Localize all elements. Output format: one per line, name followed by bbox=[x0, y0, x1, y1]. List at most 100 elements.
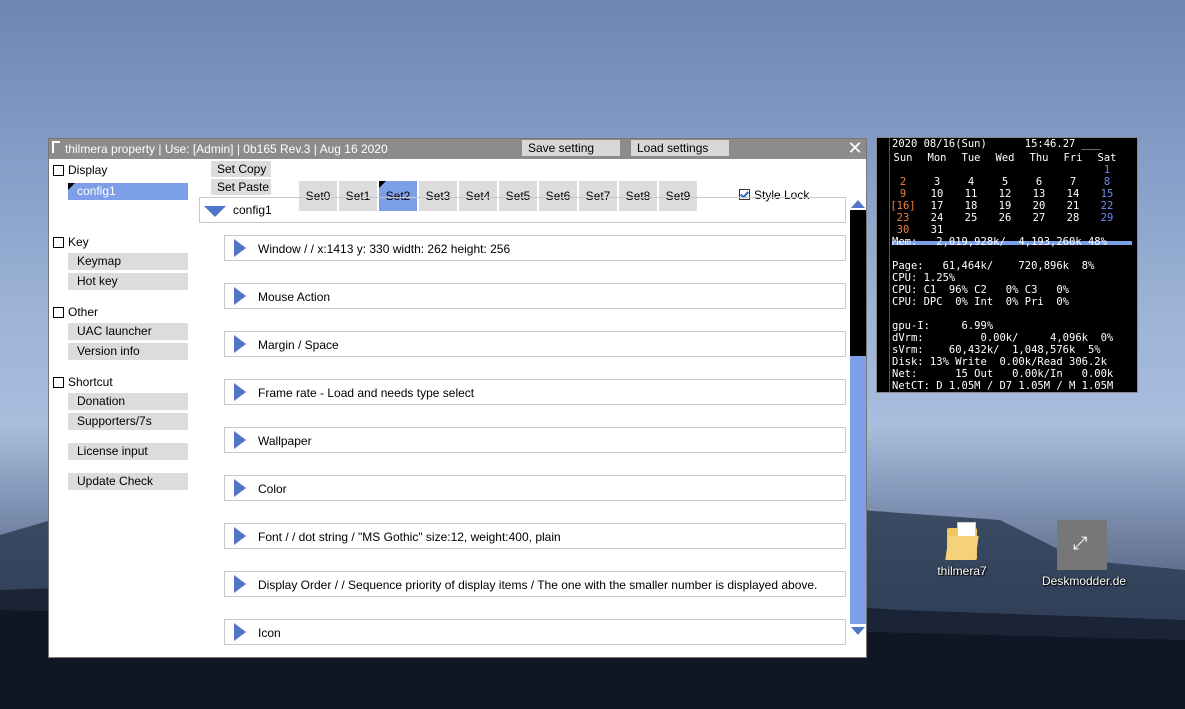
title-bar[interactable]: thilmera property | Use: [Admin] | 0b165… bbox=[49, 139, 866, 159]
scroll-down-icon[interactable] bbox=[851, 627, 865, 635]
group-key-label: Key bbox=[68, 235, 89, 249]
section-label: Margin / Space bbox=[258, 338, 339, 352]
gpu-readout: gpu-I: 6.99% bbox=[892, 320, 994, 332]
calendar-day: 10 bbox=[930, 188, 944, 200]
section-mouse-action[interactable]: Mouse Action bbox=[224, 283, 846, 309]
display-checkbox[interactable] bbox=[53, 165, 64, 176]
desktop-icon-label: Deskmodder.de bbox=[1042, 574, 1127, 588]
calendar-week: 2 3 4 5 6 7 8 bbox=[892, 176, 1134, 188]
widget-header: 2020 08/16(Sun) 15:46.27 ___ bbox=[892, 138, 1101, 150]
calendar-day: 31 bbox=[930, 224, 944, 236]
section-wallpaper[interactable]: Wallpaper bbox=[224, 427, 846, 453]
calendar-day: 3 bbox=[933, 176, 941, 188]
sidebar-item-keymap[interactable]: Keymap bbox=[68, 253, 188, 270]
sidebar-item-config1[interactable]: config1 bbox=[68, 183, 188, 200]
widget-header-tail: ___ bbox=[1081, 138, 1101, 150]
expand-arrow-icon[interactable] bbox=[234, 287, 246, 305]
calendar-day: 25 bbox=[964, 212, 978, 224]
set-copy-button[interactable]: Set Copy bbox=[211, 161, 271, 177]
calendar-day: 15 bbox=[1100, 188, 1114, 200]
collapse-arrow-icon[interactable] bbox=[204, 206, 226, 217]
section-icon[interactable]: Icon bbox=[224, 619, 846, 645]
cpu-dpc-readout: CPU: DPC 0% Int 0% Pri 0% bbox=[892, 296, 1070, 308]
calendar-day: 20 bbox=[1032, 200, 1046, 212]
sidebar-item-update-check[interactable]: Update Check bbox=[68, 473, 188, 490]
thilmera-monitor-widget[interactable]: 2020 08/16(Sun) 15:46.27 ___ Sun Mon Tue We… bbox=[876, 137, 1138, 393]
expand-arrow-icon[interactable] bbox=[234, 239, 246, 257]
calendar-day: 11 bbox=[964, 188, 978, 200]
section-window[interactable]: Window / / x:1413 y: 330 width: 262 heig… bbox=[224, 235, 846, 261]
calendar-week: 1 bbox=[892, 164, 1134, 176]
calendar-day: 21 bbox=[1066, 200, 1080, 212]
section-display-order[interactable]: Display Order / / Sequence priority of d… bbox=[224, 571, 846, 597]
config-header-label: config1 bbox=[233, 203, 272, 217]
scroll-up-icon[interactable] bbox=[851, 200, 865, 208]
cpu-readout: CPU: 1.25% bbox=[892, 272, 956, 284]
group-other-label: Other bbox=[68, 305, 99, 319]
section-font[interactable]: Font / / dot string / "MS Gothic" size:1… bbox=[224, 523, 846, 549]
vertical-scrollbar[interactable] bbox=[850, 199, 866, 636]
calendar-day: 9 bbox=[899, 188, 907, 200]
weekday-label: Tue bbox=[961, 152, 981, 164]
expand-arrow-icon[interactable] bbox=[234, 383, 246, 401]
calendar-day: 17 bbox=[930, 200, 944, 212]
widget-time: 15:46.27 bbox=[1024, 138, 1076, 150]
expand-arrow-icon[interactable] bbox=[234, 335, 246, 353]
scroll-thumb[interactable] bbox=[850, 210, 866, 356]
set-paste-button[interactable]: Set Paste bbox=[211, 179, 271, 195]
expand-arrow-icon[interactable] bbox=[234, 623, 246, 641]
calendar-day: 13 bbox=[1032, 188, 1046, 200]
group-display-label: Display bbox=[68, 163, 108, 177]
weekday-label: Wed bbox=[995, 152, 1015, 164]
disk-readout: Disk: 13% Write 0.00k/Read 306.2k bbox=[892, 356, 1107, 368]
close-icon[interactable]: ✕ bbox=[846, 139, 864, 157]
app-icon bbox=[52, 141, 60, 153]
load-settings-button[interactable]: Load settings bbox=[631, 140, 729, 156]
sidebar-item-hotkey[interactable]: Hot key bbox=[68, 273, 188, 290]
desktop-icon-deskmodder[interactable]: Deskmodder.de bbox=[1042, 520, 1127, 588]
desktop-icon-thilmera7[interactable]: thilmera7 bbox=[922, 522, 1002, 578]
section-color[interactable]: Color bbox=[224, 475, 846, 501]
calendar-day: [16] bbox=[890, 200, 916, 212]
sidebar: Display config1 Key Keymap Hot key Other… bbox=[49, 159, 193, 657]
calendar-week: [16] 17 18 19 20 21 22 bbox=[890, 200, 1134, 212]
sidebar-item-license-input[interactable]: License input bbox=[68, 443, 188, 460]
scroll-track[interactable] bbox=[850, 356, 866, 624]
calendar-day: 24 bbox=[930, 212, 944, 224]
section-label: Frame rate - Load and needs type select bbox=[258, 386, 475, 400]
property-window: thilmera property | Use: [Admin] | 0b165… bbox=[48, 138, 867, 658]
expand-arrow-icon[interactable] bbox=[234, 479, 246, 497]
sidebar-item-donation[interactable]: Donation bbox=[68, 393, 188, 410]
other-checkbox[interactable] bbox=[53, 307, 64, 318]
calendar-day: 27 bbox=[1032, 212, 1046, 224]
save-setting-button[interactable]: Save setting bbox=[522, 140, 620, 156]
calendar-day: 7 bbox=[1069, 176, 1077, 188]
section-label: Window / / x:1413 y: 330 width: 262 heig… bbox=[258, 242, 511, 256]
sidebar-item-uac-launcher[interactable]: UAC launcher bbox=[68, 323, 188, 340]
sidebar-item-version-info[interactable]: Version info bbox=[68, 343, 188, 360]
key-checkbox[interactable] bbox=[53, 237, 64, 248]
calendar-day: 12 bbox=[998, 188, 1012, 200]
shortcut-checkbox[interactable] bbox=[53, 377, 64, 388]
calendar-day: 14 bbox=[1066, 188, 1080, 200]
calendar-day: 23 bbox=[896, 212, 910, 224]
calendar: Sun Mon Tue Wed Thu Fri Sat 1 2 3 4 5 6 7 8 9 10 11 12 13 14… bbox=[890, 152, 1134, 236]
sidebar-item-supporters[interactable]: Supporters/7s bbox=[68, 413, 188, 430]
calendar-day: 18 bbox=[964, 200, 978, 212]
expand-arrow-icon[interactable] bbox=[234, 527, 246, 545]
config-header[interactable]: config1 bbox=[199, 197, 846, 223]
section-margin-space[interactable]: Margin / Space bbox=[224, 331, 846, 357]
group-shortcut-label: Shortcut bbox=[68, 375, 113, 389]
calendar-day: 6 bbox=[1035, 176, 1043, 188]
weekday-label: Sun bbox=[893, 152, 913, 164]
desktop-icon-label: thilmera7 bbox=[937, 564, 987, 578]
section-label: Wallpaper bbox=[258, 434, 312, 448]
section-label: Font / / dot string / "MS Gothic" size:1… bbox=[258, 530, 561, 544]
expand-arrow-icon[interactable] bbox=[234, 575, 246, 593]
section-frame-rate[interactable]: Frame rate - Load and needs type select bbox=[224, 379, 846, 405]
section-label: Mouse Action bbox=[258, 290, 331, 304]
shortcut-icon bbox=[1057, 520, 1107, 570]
section-label: Icon bbox=[258, 626, 281, 640]
expand-arrow-icon[interactable] bbox=[234, 431, 246, 449]
calendar-weekdays: Sun Mon Tue Wed Thu Fri Sat bbox=[892, 152, 1134, 164]
